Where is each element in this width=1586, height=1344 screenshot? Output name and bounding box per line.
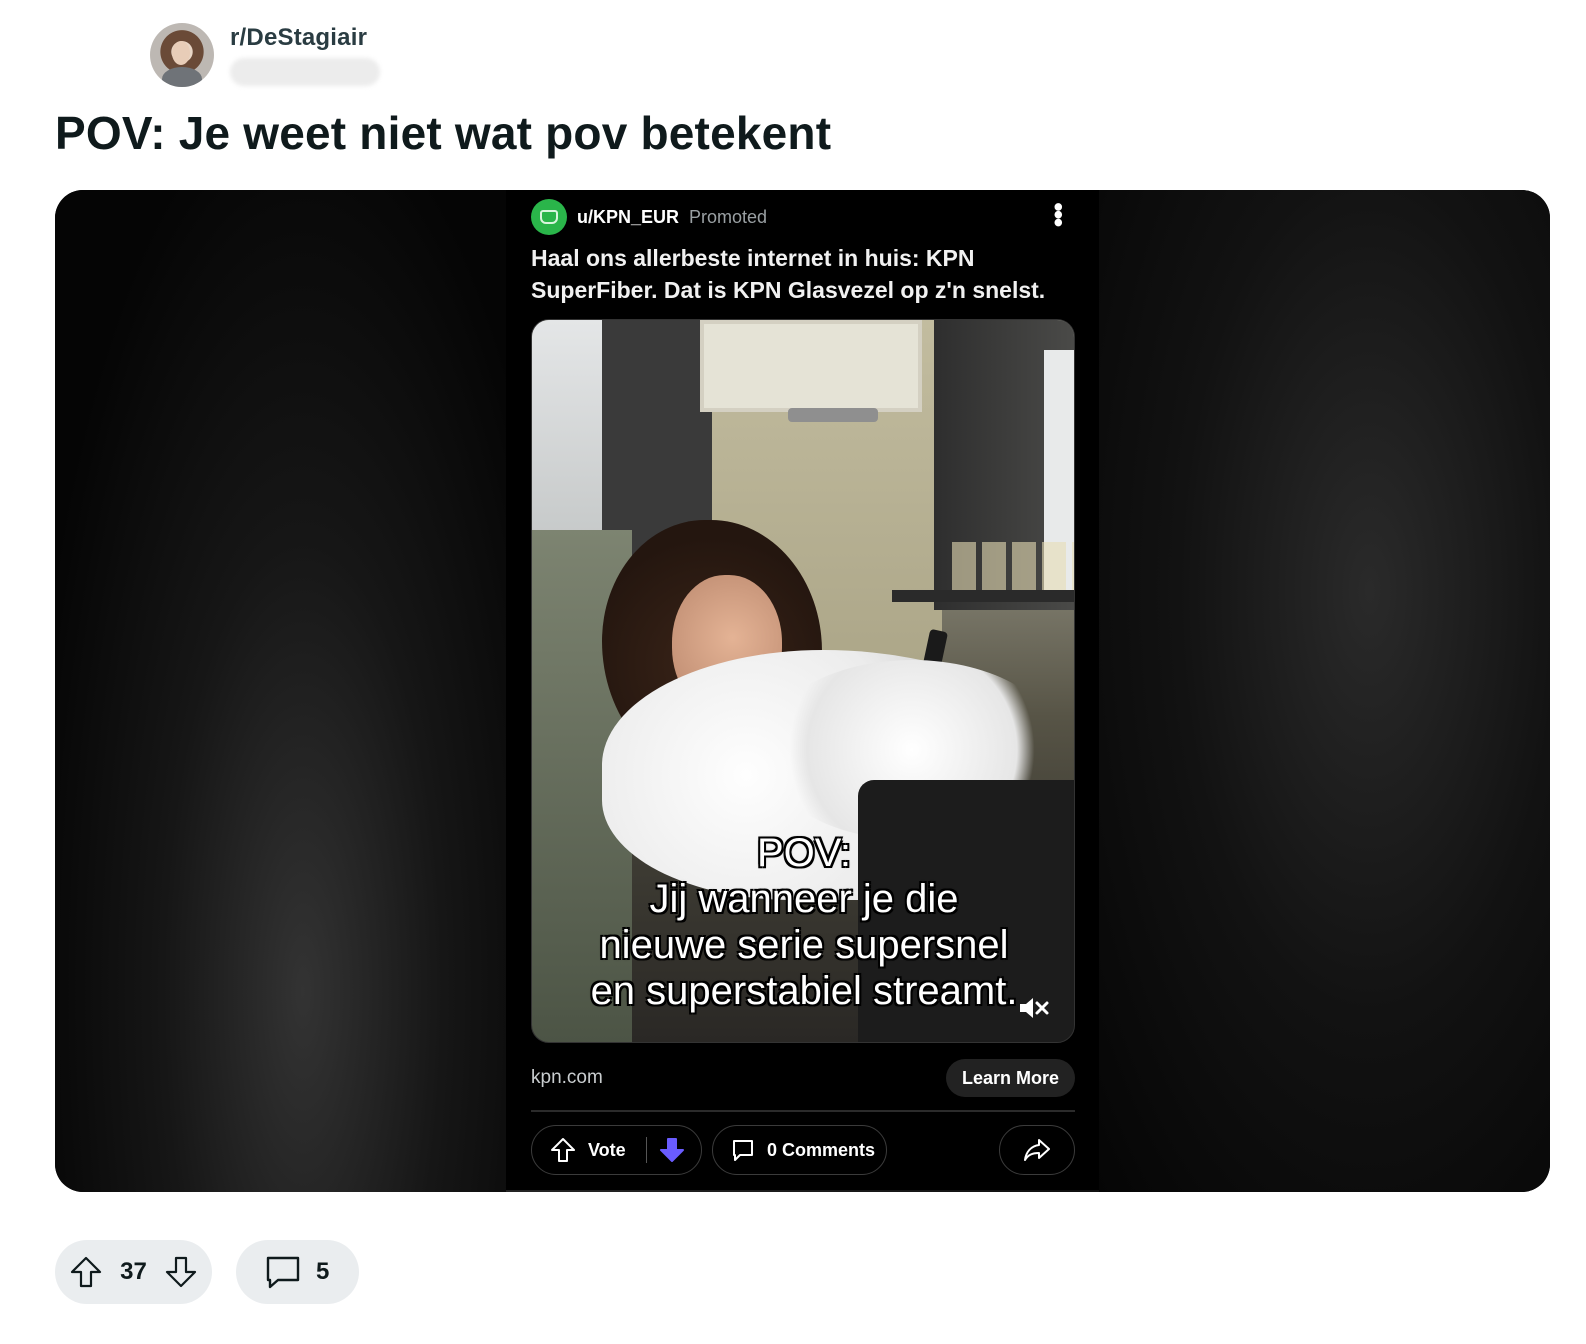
promoted-label: Promoted: [689, 206, 768, 227]
embedded-ad-card: u/KPN_EUR Promoted ••• Haal ons allerbes…: [506, 190, 1099, 1190]
upvote-icon[interactable]: [69, 1255, 103, 1289]
post-action-bar: 37 5: [55, 1240, 359, 1304]
ad-action-bar: Vote 0 Comments: [531, 1125, 1075, 1175]
post-score: 37: [120, 1258, 147, 1285]
more-options-icon[interactable]: •••: [1043, 202, 1074, 225]
muted-speaker-icon[interactable]: [1018, 996, 1050, 1020]
video-caption: POV: Jij wanneer je die nieuwe serie sup…: [532, 830, 1074, 1014]
caption-line: en superstabiel streamt.: [590, 969, 1018, 1013]
share-icon: [1024, 1139, 1050, 1161]
post-media[interactable]: u/KPN_EUR Promoted ••• Haal ons allerbes…: [55, 190, 1550, 1192]
post-title[interactable]: POV: Je weet niet wat pov betekent: [55, 106, 831, 160]
ad-share-button[interactable]: [999, 1125, 1075, 1175]
comment-count: 5: [316, 1258, 330, 1285]
ad-vote-pill: Vote: [531, 1125, 702, 1175]
post-header: r/DeStagiair: [150, 22, 380, 88]
upvote-icon[interactable]: [550, 1137, 576, 1163]
ad-footer: kpn.com Learn More: [531, 1059, 1075, 1097]
comments-label: 0 Comments: [767, 1139, 876, 1160]
ad-username[interactable]: u/KPN_EUR: [577, 207, 679, 228]
downvote-icon[interactable]: [659, 1137, 685, 1163]
divider: [531, 1110, 1075, 1112]
downvote-icon[interactable]: [164, 1255, 198, 1289]
post-comments-button[interactable]: 5: [236, 1240, 359, 1304]
vote-label: Vote: [588, 1139, 626, 1160]
kpn-logo-icon[interactable]: [531, 199, 567, 235]
ad-video[interactable]: POV: Jij wanneer je die nieuwe serie sup…: [531, 319, 1075, 1043]
caption-line: nieuwe serie supersnel: [599, 923, 1009, 967]
ad-comments-button[interactable]: 0 Comments: [712, 1125, 887, 1175]
ad-headline: Haal ons allerbeste internet in huis: KP…: [531, 245, 1046, 303]
media-blur-left: [55, 190, 506, 1192]
post-vote-pill: 37: [55, 1240, 212, 1304]
subreddit-avatar[interactable]: [150, 23, 214, 87]
media-blur-right: [1099, 190, 1550, 1192]
blurred-post-meta: [230, 58, 380, 86]
caption-line: POV:: [756, 831, 852, 875]
comment-icon: [266, 1256, 300, 1289]
ad-domain[interactable]: kpn.com: [531, 1067, 603, 1089]
learn-more-button[interactable]: Learn More: [945, 1059, 1075, 1097]
subreddit-name[interactable]: r/DeStagiair: [230, 24, 380, 52]
ad-header: u/KPN_EUR Promoted: [531, 199, 768, 235]
comment-icon: [733, 1140, 753, 1161]
caption-line: Jij wanneer je die: [649, 877, 959, 921]
